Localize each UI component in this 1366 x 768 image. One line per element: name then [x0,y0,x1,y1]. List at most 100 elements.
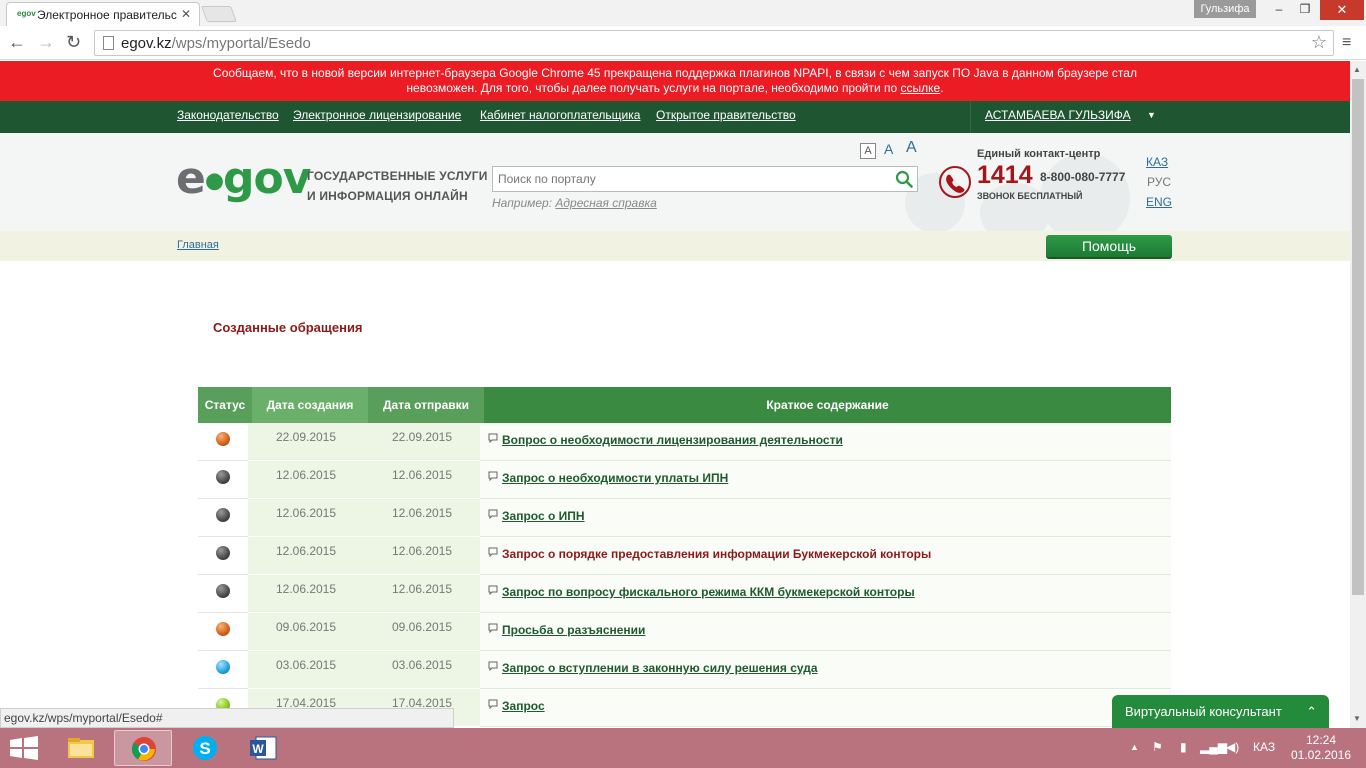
appeal-link[interactable]: Просьба о разъяснении [502,623,645,637]
star-icon[interactable]: ☆ [1311,32,1327,53]
table-row[interactable]: 12.06.2015 12.06.2015 Запрос о ИПН [198,499,1171,537]
table-row[interactable]: 03.06.2015 03.06.2015 Запрос о вступлении … [198,651,1171,689]
table-header: Статус Дата создания Дата отправки Кратк… [198,387,1171,423]
appeal-link[interactable]: Запрос о необходимости уплаты ИПН [502,471,728,485]
user-name[interactable]: АСТАМБАЕВА ГУЛЬЗИФА [985,108,1131,122]
egov-logo[interactable]: e●gov [176,153,311,204]
scroll-up-icon[interactable]: ▲ [1353,65,1361,74]
browser-user-badge[interactable]: Гульзифа [1194,0,1256,18]
column-sent[interactable]: Дата отправки [368,387,484,423]
phone-icon [939,166,971,198]
sent-cell: 09.06.2015 [364,613,480,651]
battery-icon[interactable]: ▮ [1180,740,1187,754]
taskbar-explorer[interactable] [52,730,110,766]
tray-expand-icon[interactable]: ▲ [1130,742,1139,752]
status-url: egov.kz/wps/myportal/Esedo# [0,708,454,728]
input-language[interactable]: КАЗ [1253,740,1275,754]
tab-favicon: egov [17,9,36,18]
nav-legislation[interactable]: Законодательство [177,108,279,122]
new-tab-button[interactable] [201,6,237,22]
flag-icon[interactable]: ⚑ [1152,740,1163,754]
signal-icon[interactable]: ▂▄▆ [1200,740,1227,754]
breadcrumb-home[interactable]: Главная [177,239,219,251]
bubble-icon [488,433,498,443]
created-date: 12.06.2015 [275,582,337,596]
lang-kaz[interactable]: КАЗ [1146,155,1168,169]
font-size-medium[interactable]: A [884,141,893,157]
volume-icon[interactable]: ◀) [1226,740,1239,754]
chevron-up-icon[interactable]: ⌃ [1306,695,1317,728]
example-link[interactable]: Адресная справка [555,196,656,210]
sent-cell: 12.06.2015 [364,537,480,575]
taskbar-clock[interactable]: 12:24 01.02.2016 [1290,733,1352,763]
appeal-link[interactable]: Вопрос о необходимости лицензирования де… [502,433,843,447]
portal-search [492,166,918,192]
browser-toolbar: ← → ↻ egov.kz/wps/myportal/Esedo ☆ ≡ [0,26,1366,60]
scroll-down-icon[interactable]: ▼ [1353,714,1361,723]
help-button[interactable]: Помощь [1046,235,1172,259]
svg-text:S: S [199,739,210,758]
created-cell: 09.06.2015 [248,613,364,651]
table-row[interactable]: 09.06.2015 09.06.2015 Просьба о разъяснени… [198,613,1171,651]
appeal-link[interactable]: Запрос о ИПН [502,509,585,523]
reload-icon[interactable]: ↻ [66,32,81,53]
back-icon[interactable]: ← [8,32,26,53]
tab-title: Электронное правительс [37,8,177,22]
appeal-link[interactable]: Запрос о порядке предоставления информац… [502,547,931,561]
search-icon[interactable] [895,170,913,188]
chevron-down-icon[interactable]: ▼ [1147,110,1156,120]
notice-line2: невозможен. Для того, чтобы далее получа… [406,81,944,95]
virtual-consultant-button[interactable]: Виртуальный консультант ⌃ [1112,695,1329,728]
user-menu[interactable]: АСТАМБАЕВА ГУЛЬЗИФА ▼ [970,101,1170,133]
table-row[interactable]: 22.09.2015 22.09.2015 Вопрос о необходимос… [198,423,1171,461]
appeal-link[interactable]: Запрос о вступлении в законную силу реше… [502,661,818,675]
status-gray-icon [216,546,230,560]
nav-taxpayer-cabinet[interactable]: Кабинет налогоплательщика [480,108,640,122]
column-status[interactable]: Статус [198,387,252,423]
table-row[interactable]: 12.06.2015 12.06.2015 Запрос о необходимос… [198,461,1171,499]
browser-tabstrip: egov Электронное правительс ✕ Гульзифа ‒… [0,0,1366,26]
word-icon: W [250,736,277,760]
scrollbar-thumb[interactable] [1352,79,1364,595]
status-orange-icon [216,432,230,446]
site-tagline: ГОСУДАРСТВЕННЫЕ УСЛУГИ И ИНФОРМАЦИЯ ОНЛА… [307,169,488,203]
minimize-icon[interactable]: ‒ [1266,0,1292,20]
summary-cell: Вопрос о необходимости лицензирования де… [480,423,1171,461]
status-gray-icon [216,584,230,598]
window-close-icon[interactable]: ✕ [1320,0,1364,20]
column-summary[interactable]: Краткое содержание [484,387,1171,423]
notice-link[interactable]: ссылке [901,81,941,95]
tab-close-icon[interactable]: ✕ [181,7,191,21]
windows-start-icon[interactable] [6,734,42,762]
table-row[interactable]: 12.06.2015 12.06.2015 Запрос по вопросу фи… [198,575,1171,613]
taskbar-chrome[interactable] [114,730,172,766]
appeal-link[interactable]: Запрос [502,699,545,713]
address-bar[interactable]: egov.kz/wps/myportal/Esedo ☆ [94,30,1334,56]
column-created[interactable]: Дата создания [252,387,368,423]
nav-open-government[interactable]: Открытое правительство [656,108,796,122]
created-cell: 22.09.2015 [248,423,364,461]
search-input[interactable] [493,167,883,191]
font-size-small[interactable]: A [860,143,876,159]
created-cell: 12.06.2015 [248,461,364,499]
npapi-notice: Сообщаем, что в новой версии интернет-бр… [0,61,1350,101]
lang-eng[interactable]: ENG [1146,195,1172,209]
font-size-large[interactable]: A [906,139,917,157]
nav-e-licensing[interactable]: Электронное лицензирование [293,108,461,122]
contact-center-number: 1414 [977,161,1033,189]
table-row[interactable]: 12.06.2015 12.06.2015 Запрос о порядке пре… [198,537,1171,575]
svg-text:W: W [252,742,264,756]
taskbar-word[interactable]: W [234,730,292,766]
taskbar-skype[interactable]: S [176,730,234,766]
restore-icon[interactable]: ❐ [1292,0,1318,20]
menu-icon[interactable]: ≡ [1342,34,1358,52]
sent-date: 12.06.2015 [391,468,453,482]
status-cell [198,651,248,689]
appeal-link[interactable]: Запрос по вопросу фискального режима ККМ… [502,585,915,599]
page-scrollbar[interactable]: ▲ ▼ [1350,61,1366,728]
browser-tab[interactable]: egov Электронное правительс ✕ [6,2,200,26]
address-url[interactable]: egov.kz/wps/myportal/Esedo [121,35,311,52]
windows-taskbar: S W ▲ ⚑ ▮ ▂▄▆ ◀) КАЗ 12:24 01.02.2016 [0,728,1366,768]
status-gray-icon [216,508,230,522]
forward-icon[interactable]: → [37,32,55,53]
